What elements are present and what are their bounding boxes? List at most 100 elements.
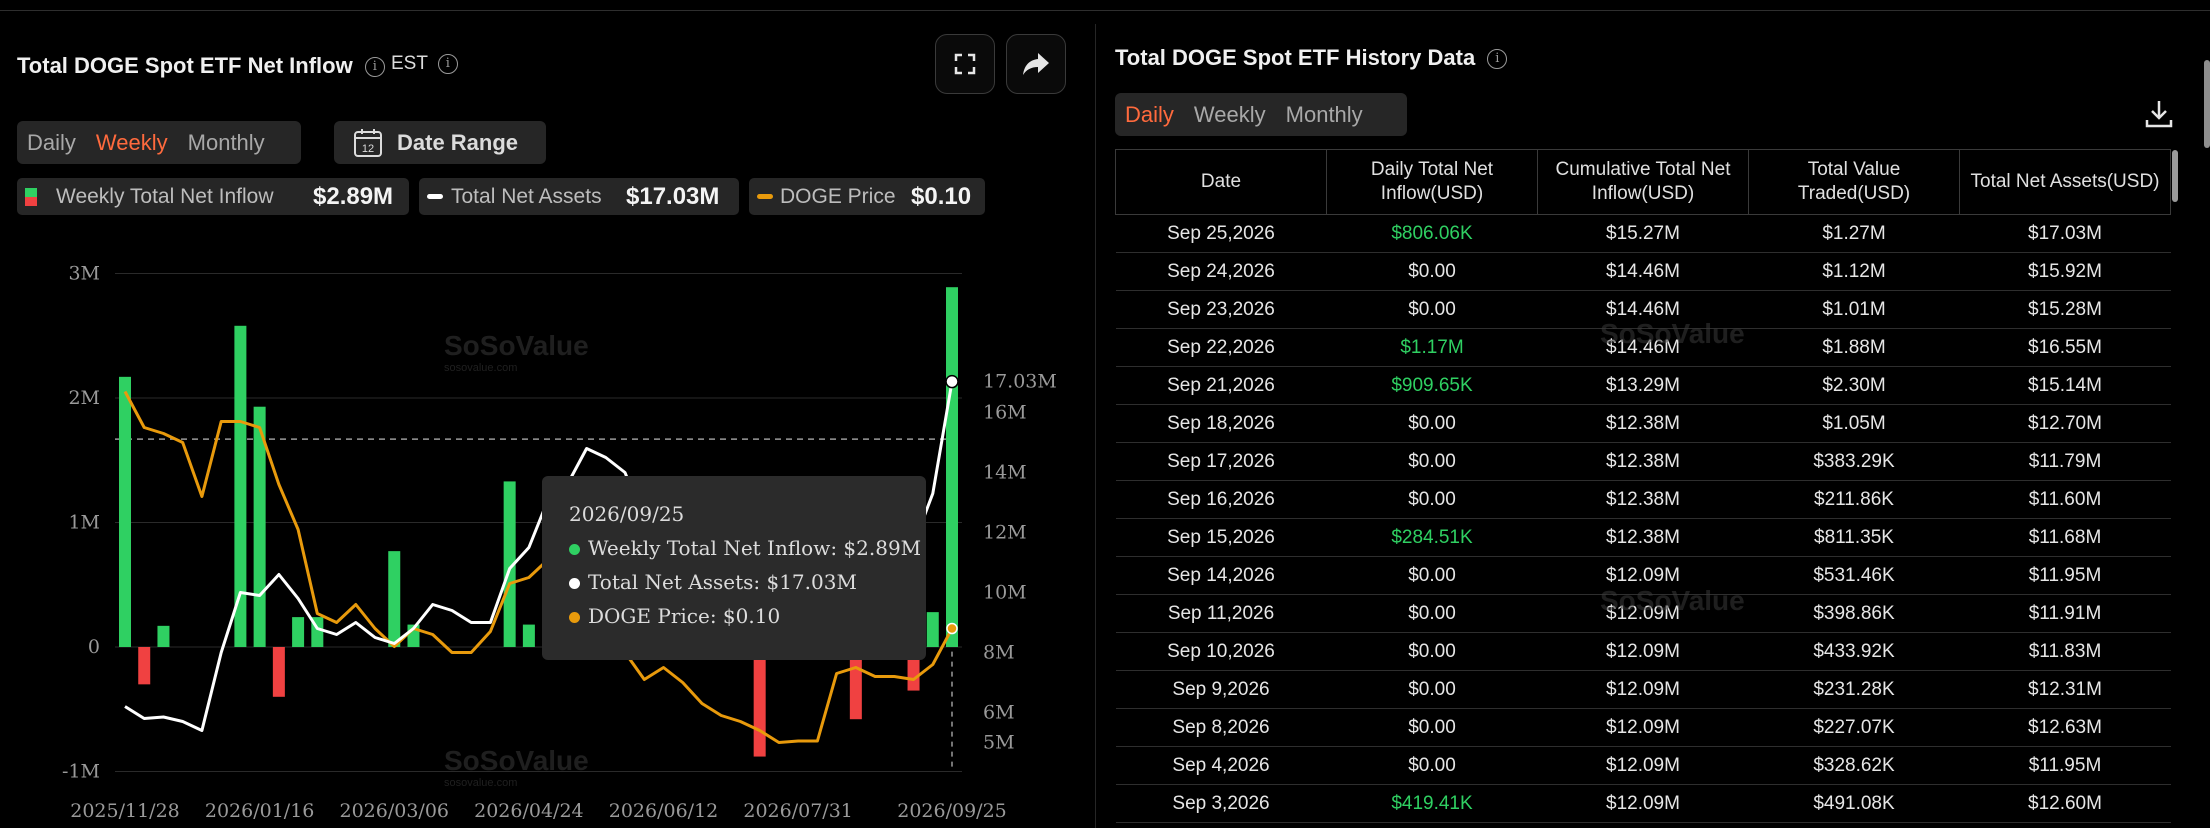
assets-legend-icon xyxy=(427,194,443,199)
table-row[interactable]: Sep 4,2026 $0.00 $12.09M $328.62K $11.95M xyxy=(1115,746,2171,785)
page-scrollbar[interactable] xyxy=(2204,60,2210,148)
col-daily-net-inflow[interactable]: Daily Total Net Inflow(USD) xyxy=(1326,149,1538,215)
cell-cumulative: $12.38M xyxy=(1537,442,1749,481)
cell-date: Sep 17,2026 xyxy=(1115,442,1327,481)
download-button[interactable] xyxy=(2143,98,2175,130)
period-weekly[interactable]: Weekly xyxy=(86,130,178,156)
inflow-bar xyxy=(272,647,285,697)
right-axis-tick: 6M xyxy=(983,702,1015,724)
price-hover-point xyxy=(946,622,958,635)
date-range-button[interactable]: 12 Date Range xyxy=(334,121,546,164)
left-axis-tick: -1M xyxy=(62,761,100,783)
timezone-info-icon[interactable]: i xyxy=(437,53,458,74)
cell-daily-inflow: $0.00 xyxy=(1326,404,1538,443)
cell-daily-inflow: $419.41K xyxy=(1326,784,1538,823)
tooltip-inflow-dot xyxy=(569,544,580,555)
cell-traded: $1.01M xyxy=(1748,290,1960,329)
chart-tooltip: 2026/09/25 Weekly Total Net Inflow: $2.8… xyxy=(542,476,926,660)
cell-daily-inflow: $0.00 xyxy=(1326,632,1538,671)
cell-date: Sep 10,2026 xyxy=(1115,632,1327,671)
cell-cumulative: $12.09M xyxy=(1537,632,1749,671)
cell-date: Sep 21,2026 xyxy=(1115,366,1327,405)
fullscreen-button[interactable] xyxy=(935,34,995,94)
inflow-bar xyxy=(926,612,939,647)
table-row[interactable]: Sep 18,2026 $0.00 $12.38M $1.05M $12.70M xyxy=(1115,404,2171,443)
table-watermark-top: SoSoValue xyxy=(1600,318,1745,350)
cell-net-assets: $12.60M xyxy=(1959,784,2171,823)
left-axis-tick: 3M xyxy=(68,263,100,285)
table-row[interactable]: Sep 17,2026 $0.00 $12.38M $383.29K $11.79M xyxy=(1115,442,2171,481)
right-axis-tick: 12M xyxy=(983,522,1027,544)
cell-date: Sep 18,2026 xyxy=(1115,404,1327,443)
cell-date: Sep 9,2026 xyxy=(1115,670,1327,709)
table-watermark-bottom: SoSoValue xyxy=(1600,585,1745,617)
fullscreen-icon xyxy=(954,53,976,75)
cell-net-assets: $12.70M xyxy=(1959,404,2171,443)
cell-daily-inflow: $806.06K xyxy=(1326,214,1538,253)
col-total-value-traded[interactable]: Total Value Traded(USD) xyxy=(1748,149,1960,215)
table-row[interactable]: Sep 24,2026 $0.00 $14.46M $1.12M $15.92M xyxy=(1115,252,2171,291)
inflow-bar xyxy=(753,647,766,757)
share-button[interactable] xyxy=(1006,34,1066,94)
period-monthly[interactable]: Monthly xyxy=(178,130,275,156)
table-row[interactable]: Sep 10,2026 $0.00 $12.09M $433.92K $11.83M xyxy=(1115,632,2171,671)
cell-date: Sep 25,2026 xyxy=(1115,214,1327,253)
cell-date: Sep 24,2026 xyxy=(1115,252,1327,291)
legend-price[interactable]: DOGE Price $0.10 xyxy=(749,178,985,215)
table-row[interactable]: Sep 8,2026 $0.00 $12.09M $227.07K $12.63M xyxy=(1115,708,2171,747)
col-total-net-assets[interactable]: Total Net Assets(USD) xyxy=(1959,149,2171,215)
table-row[interactable]: Sep 16,2026 $0.00 $12.38M $211.86K $11.60M xyxy=(1115,480,2171,519)
cell-traded: $211.86K xyxy=(1748,480,1960,519)
cell-traded: $1.88M xyxy=(1748,328,1960,367)
table-row[interactable]: Sep 9,2026 $0.00 $12.09M $231.28K $12.31M xyxy=(1115,670,2171,709)
x-axis-tick: 2025/11/28 xyxy=(70,800,180,820)
col-date[interactable]: Date xyxy=(1115,149,1327,215)
right-axis-tick: 16M xyxy=(983,402,1027,424)
cell-date: Sep 22,2026 xyxy=(1115,328,1327,367)
cell-date: Sep 8,2026 xyxy=(1115,708,1327,747)
cell-cumulative: $13.29M xyxy=(1537,366,1749,405)
cell-daily-inflow: $909.65K xyxy=(1326,366,1538,405)
table-info-icon[interactable]: i xyxy=(1487,49,1508,70)
inflow-legend-icon xyxy=(25,188,37,206)
table-row[interactable]: Sep 21,2026 $909.65K $13.29M $2.30M $15.14M xyxy=(1115,366,2171,405)
inflow-bar xyxy=(234,325,247,647)
cell-daily-inflow: $284.51K xyxy=(1326,518,1538,557)
col-cumulative-net-inflow[interactable]: Cumulative Total Net Inflow(USD) xyxy=(1537,149,1749,215)
right-axis-tick: 8M xyxy=(983,642,1015,664)
table-scrollbar[interactable] xyxy=(2172,150,2178,202)
legend-inflow-value: $2.89M xyxy=(313,183,394,210)
cell-cumulative: $12.38M xyxy=(1537,404,1749,443)
table-row[interactable]: Sep 25,2026 $806.06K $15.27M $1.27M $17.03M xyxy=(1115,214,2171,253)
table-title-text: Total DOGE Spot ETF History Data xyxy=(1115,45,1476,70)
legend-assets-value: $17.03M xyxy=(626,183,720,210)
table-row[interactable]: Sep 15,2026 $284.51K $12.38M $811.35K $11.68… xyxy=(1115,518,2171,557)
chart-title-text: Total DOGE Spot ETF Net Inflow xyxy=(17,53,353,78)
inflow-bar xyxy=(157,625,170,647)
legend-inflow-label: Weekly Total Net Inflow xyxy=(56,185,274,208)
legend-assets[interactable]: Total Net Assets $17.03M xyxy=(419,178,739,215)
cell-date: Sep 23,2026 xyxy=(1115,290,1327,329)
table-period-daily[interactable]: Daily xyxy=(1115,102,1184,128)
cell-daily-inflow: $0.00 xyxy=(1326,670,1538,709)
right-axis-tick: 17.03M xyxy=(983,371,1057,393)
tooltip-date: 2026/09/25 xyxy=(569,502,685,526)
right-axis-tick: 10M xyxy=(983,582,1027,604)
cell-traded: $433.92K xyxy=(1748,632,1960,671)
table-row[interactable]: Sep 3,2026 $419.41K $12.09M $491.08K $12.60M xyxy=(1115,784,2171,823)
cell-daily-inflow: $0.00 xyxy=(1326,252,1538,291)
info-icon[interactable]: i xyxy=(364,57,385,78)
legend-inflow[interactable]: Weekly Total Net Inflow $2.89M xyxy=(17,178,409,215)
cell-net-assets: $15.28M xyxy=(1959,290,2171,329)
cell-daily-inflow: $0.00 xyxy=(1326,594,1538,633)
left-axis-tick: 2M xyxy=(68,387,100,409)
period-daily[interactable]: Daily xyxy=(17,130,86,156)
table-period-weekly[interactable]: Weekly xyxy=(1184,102,1276,128)
left-axis-tick: 1M xyxy=(68,512,100,534)
inflow-bar xyxy=(388,551,401,647)
cell-traded: $1.12M xyxy=(1748,252,1960,291)
legend-assets-label: Total Net Assets xyxy=(451,185,602,208)
cell-daily-inflow: $0.00 xyxy=(1326,556,1538,595)
table-period-monthly[interactable]: Monthly xyxy=(1276,102,1373,128)
panel-divider xyxy=(1095,24,1096,828)
